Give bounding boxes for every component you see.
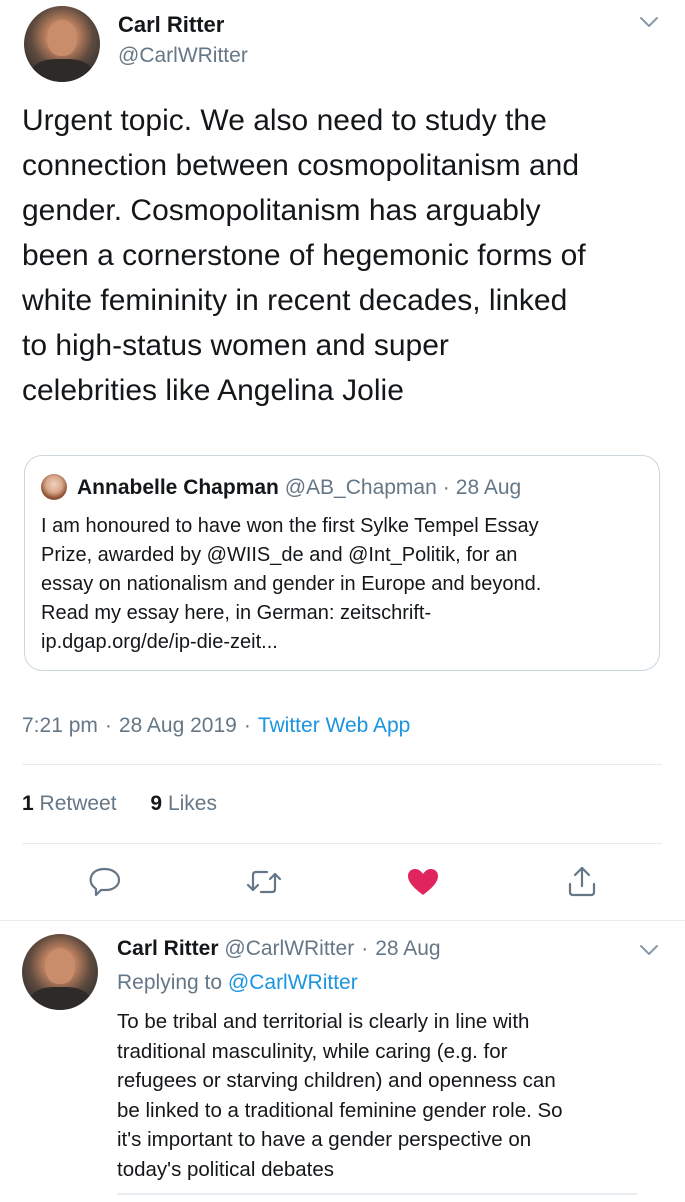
tweet-text-line: white femininity in recent decades, link… [22,284,568,317]
quoted-author-name: Annabelle Chapman [77,476,279,499]
retweet-count: 1 [22,792,34,815]
author-avatar[interactable] [24,6,100,82]
reply-author-avatar[interactable] [22,934,98,1010]
tweet-text-line: to high-status women and super [22,329,449,362]
quoted-text-line: I am honoured to have won the first Sylk… [41,515,539,537]
reply-text-line: be linked to a traditional feminine gend… [117,1098,563,1122]
author-handle[interactable]: @CarlWRitter [118,44,248,68]
quoted-text-line: Prize, awarded by @WIIS_de and @Int_Poli… [41,544,518,566]
reply-text-line: it's important to have a gender perspect… [117,1128,532,1151]
replying-to: Replying to @CarlWRitter [117,971,358,995]
dot-separator: · [442,476,450,499]
reply-header: Carl Ritter @CarlWRitter · 28 Aug [117,937,441,961]
share-icon[interactable] [566,864,598,898]
divider [22,843,662,844]
retweet-stat[interactable]: 1 Retweet [22,792,117,815]
dot-separator: · [243,714,251,737]
dot-separator: · [104,714,112,737]
tweet-text-line: gender. Cosmopolitanism has arguably [22,194,541,227]
tweet-time[interactable]: 7:21 pm [22,714,98,737]
reply-author-handle[interactable]: @CarlWRitter [224,937,354,960]
likes-stat[interactable]: 9 Likes [150,792,217,815]
reply-author-name[interactable]: Carl Ritter [117,937,219,960]
reply-date[interactable]: 28 Aug [375,937,440,960]
reply-text-line: traditional masculinity, while caring (e… [117,1039,508,1063]
retweet-label: Retweet [39,792,117,815]
tweet-meta: 7:21 pm · 28 Aug 2019 · Twitter Web App [22,714,410,738]
tweet-date[interactable]: 28 Aug 2019 [119,714,237,737]
reply-text-line: To be tribal and territorial is clearly … [117,1010,530,1033]
tweet-stats: 1 Retweet 9 Likes [22,792,217,816]
reply-text-line: refugees or starving children) and openn… [117,1069,556,1092]
dot-separator: · [361,937,369,960]
tweet-text-line: connection between cosmopolitanism and [22,149,580,182]
like-label: Likes [167,792,217,815]
chevron-down-icon[interactable] [638,942,660,958]
reply-icon[interactable] [88,866,122,898]
cutoff-action-bar [117,1193,637,1202]
replying-to-label: Replying to [117,971,223,994]
like-icon[interactable] [406,867,440,897]
quoted-author-handle: @AB_Chapman [284,476,437,499]
quoted-tweet-header: Annabelle Chapman @AB_Chapman · 28 Aug [41,474,521,500]
quoted-text-line: Read my essay here, in German: zeitschri… [41,602,432,624]
quoted-date: 28 Aug [455,476,522,499]
reply-text-line: today's political debates [117,1157,335,1181]
quoted-tweet-text: I am honoured to have won the first Sylk… [41,512,651,657]
quoted-text-line: ip.dgap.org/de/ip-die-zeit... [41,631,278,653]
quoted-author-avatar [41,474,67,500]
tweet-text: Urgent topic. We also need to study the c… [22,98,672,413]
tweet-text-line: celebrities like Angelina Jolie [22,374,404,407]
tweet-text-line: been a cornerstone of hegemonic forms of [22,239,586,272]
chevron-down-icon[interactable] [638,14,660,30]
tweet-text-line: Urgent topic. We also need to study the [22,104,547,137]
author-name[interactable]: Carl Ritter [118,12,224,38]
replying-to-handle[interactable]: @CarlWRitter [228,971,358,994]
like-count: 9 [150,792,163,815]
tweet-separator [0,920,685,921]
quoted-tweet-card[interactable]: Annabelle Chapman @AB_Chapman · 28 Aug I a… [24,455,660,671]
quoted-text-line: essay on nationalism and gender in Europ… [41,573,542,595]
divider [22,764,662,765]
tweet-source-link[interactable]: Twitter Web App [258,714,411,737]
retweet-icon[interactable] [245,868,283,896]
reply-text: To be tribal and territorial is clearly … [117,1007,657,1184]
